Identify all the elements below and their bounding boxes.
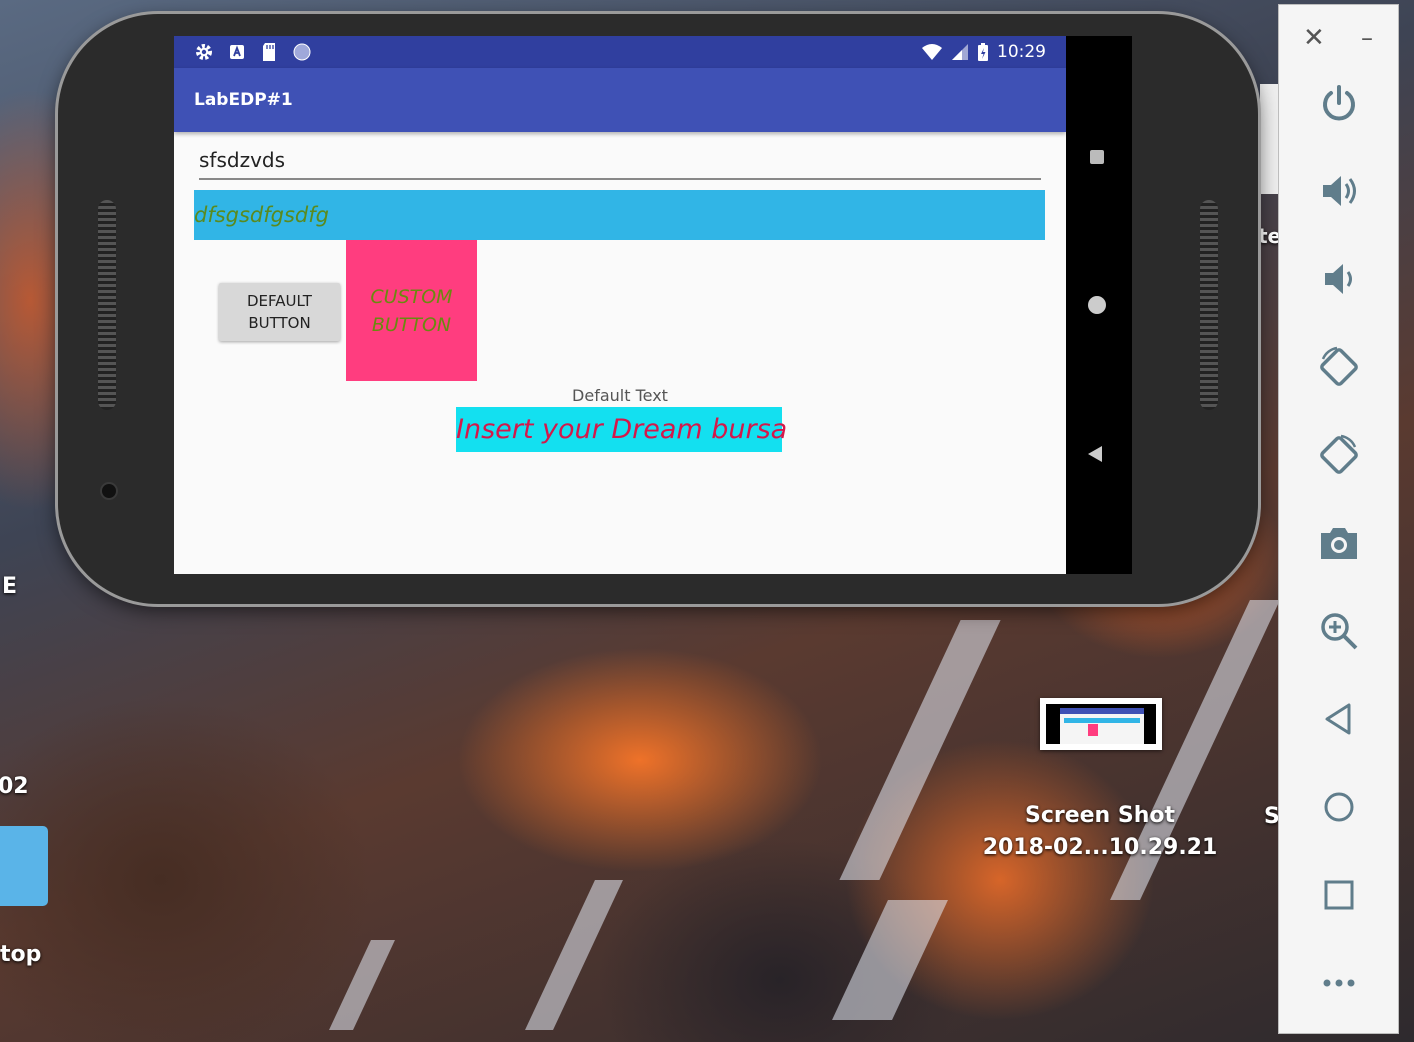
- close-icon[interactable]: ✕: [1303, 23, 1325, 53]
- settings-icon: [196, 44, 212, 60]
- more-button[interactable]: [1309, 953, 1369, 1013]
- power-icon: [1323, 85, 1355, 121]
- home-button[interactable]: [1309, 777, 1369, 837]
- overview-button[interactable]: [1309, 865, 1369, 925]
- status-bar: 10:29: [174, 36, 1066, 68]
- wifi-icon: [922, 44, 942, 60]
- edit-text-field[interactable]: sfsdzvds: [199, 146, 1041, 180]
- sd-card-icon: [263, 43, 275, 61]
- zoom-icon: [1321, 613, 1358, 650]
- dream-text-input[interactable]: Insert your Dream bursa: [456, 407, 787, 452]
- volume-down-icon: [1325, 264, 1352, 294]
- screenshot-thumbnail[interactable]: [1040, 698, 1162, 750]
- back-button[interactable]: [1309, 689, 1369, 749]
- app-toolbar: LabEDP#1: [174, 68, 1066, 132]
- thumbnail-label-line1: Screen Shot: [1024, 803, 1176, 828]
- left-speaker-grille: [98, 200, 116, 410]
- custom-button[interactable]: CUSTOM BUTTON: [346, 240, 477, 381]
- power-button[interactable]: [1309, 73, 1369, 133]
- right-speaker-grille: [1200, 200, 1218, 410]
- overview-square-icon: [1324, 880, 1354, 910]
- more-dots-icon: [1323, 979, 1355, 987]
- screenshot-button[interactable]: [1309, 513, 1369, 573]
- signal-icon: [952, 44, 968, 60]
- blue-text-bar: dfsgsdfgsdfg: [194, 190, 1045, 240]
- status-time: 10:29: [997, 42, 1046, 62]
- rotate-left-button[interactable]: [1309, 337, 1369, 397]
- rotate-right-button[interactable]: [1309, 425, 1369, 485]
- back-triangle-icon: [1325, 703, 1351, 735]
- default-text-label: Default Text: [572, 386, 668, 405]
- volume-down-button[interactable]: [1309, 249, 1369, 309]
- home-circle-icon: [1324, 792, 1354, 822]
- back-icon[interactable]: [1088, 446, 1102, 462]
- a-badge-icon: [230, 45, 244, 59]
- emulator-control-panel: ✕ –: [1278, 4, 1399, 1034]
- rotate-right-icon: [1320, 434, 1358, 474]
- desktop-label-e: E: [2, 574, 18, 599]
- home-icon[interactable]: [1088, 296, 1106, 314]
- circle-icon: [293, 43, 311, 61]
- default-button[interactable]: DEFAULT BUTTON: [219, 283, 340, 341]
- screenshot-thumbnail-label[interactable]: Screen Shot 2018-02...10.29.21: [970, 800, 1230, 864]
- front-camera: [102, 484, 116, 498]
- desktop-label-02: 02: [0, 774, 29, 799]
- app-title: LabEDP#1: [194, 90, 293, 110]
- phone-screen: 10:29 LabEDP#1 sfsdzvds dfsgsdfgsdfg DEF…: [174, 36, 1066, 574]
- rotate-left-icon: [1320, 346, 1358, 386]
- minimize-icon[interactable]: –: [1361, 23, 1373, 53]
- camera-icon: [1321, 528, 1357, 559]
- desktop-folder-icon[interactable]: [0, 826, 48, 906]
- thumbnail-label-line2: 2018-02...10.29.21: [982, 835, 1218, 860]
- recents-icon[interactable]: [1090, 150, 1104, 164]
- volume-up-icon: [1323, 176, 1356, 206]
- volume-up-button[interactable]: [1309, 161, 1369, 221]
- battery-icon: [978, 43, 988, 61]
- android-nav-bar: [1066, 36, 1132, 574]
- zoom-button[interactable]: [1309, 601, 1369, 661]
- desktop-label-top[interactable]: top: [0, 942, 41, 967]
